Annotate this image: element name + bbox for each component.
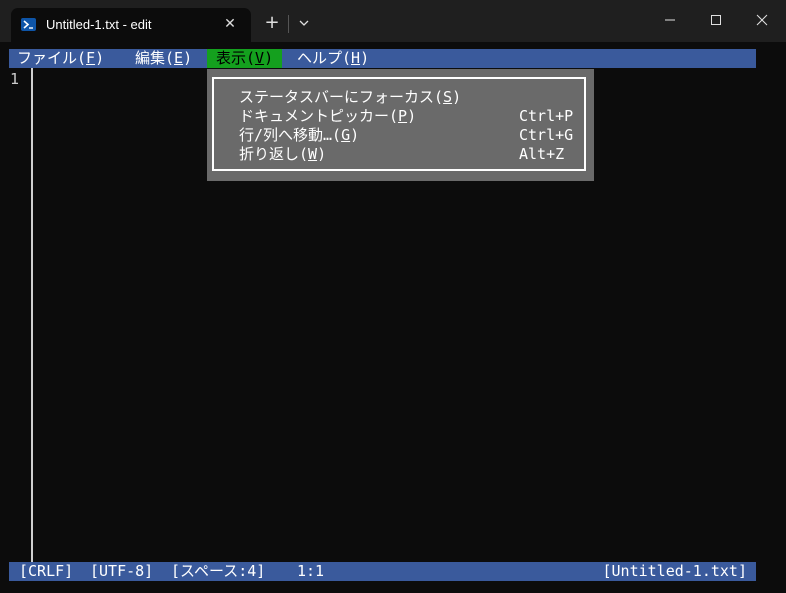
menu-item-goto-line[interactable]: 行/列へ移動…(G) [239, 125, 359, 145]
maximize-icon[interactable] [704, 10, 728, 30]
tab-divider [288, 15, 289, 33]
gutter-separator [31, 68, 33, 562]
status-filename[interactable]: [Untitled-1.txt] [603, 562, 748, 581]
menu-help[interactable]: ヘルプ(H) [297, 49, 369, 68]
status-indent[interactable]: [スペース:4] [171, 562, 265, 581]
menu-view[interactable]: 表示(V) [207, 49, 283, 68]
chevron-down-icon[interactable] [295, 14, 313, 32]
status-line-ending[interactable]: [CRLF] [19, 562, 73, 581]
menu-bar: ファイル(F) 編集(E) 表示(V) ヘルプ(H) [9, 49, 756, 68]
menu-item-focus-statusbar[interactable]: ステータスバーにフォーカス(S) [239, 87, 461, 107]
shortcut-goto-line: Ctrl+G [519, 126, 574, 144]
status-encoding[interactable]: [UTF-8] [90, 562, 153, 581]
title-bar: Untitled-1.txt - edit ✕ + [0, 0, 786, 42]
powershell-icon [21, 18, 36, 31]
view-menu-dropdown: ステータスバーにフォーカス(S) ドキュメントピッカー(P) Ctrl+P 行/… [207, 69, 594, 181]
new-tab-icon[interactable]: + [262, 13, 282, 33]
tab-title: Untitled-1.txt - edit [46, 17, 152, 32]
close-tab-icon[interactable]: ✕ [221, 15, 239, 33]
menu-item-word-wrap[interactable]: 折り返し(W) [239, 144, 326, 164]
tab-untitled[interactable]: Untitled-1.txt - edit ✕ [11, 8, 251, 42]
close-window-icon[interactable] [750, 10, 774, 30]
menu-item-document-picker[interactable]: ドキュメントピッカー(P) [239, 106, 416, 126]
status-cursor-position[interactable]: 1:1 [297, 562, 324, 581]
shortcut-word-wrap: Alt+Z [519, 145, 565, 163]
shortcut-document-picker: Ctrl+P [519, 107, 574, 125]
line-number: 1 [10, 70, 20, 88]
menu-file[interactable]: ファイル(F) [17, 49, 104, 68]
dropdown-frame: ステータスバーにフォーカス(S) ドキュメントピッカー(P) Ctrl+P 行/… [212, 77, 586, 171]
menu-edit[interactable]: 編集(E) [135, 49, 192, 68]
minimize-icon[interactable] [658, 10, 682, 30]
status-bar: [CRLF] [UTF-8] [スペース:4] 1:1 [Untitled-1.… [9, 562, 756, 581]
